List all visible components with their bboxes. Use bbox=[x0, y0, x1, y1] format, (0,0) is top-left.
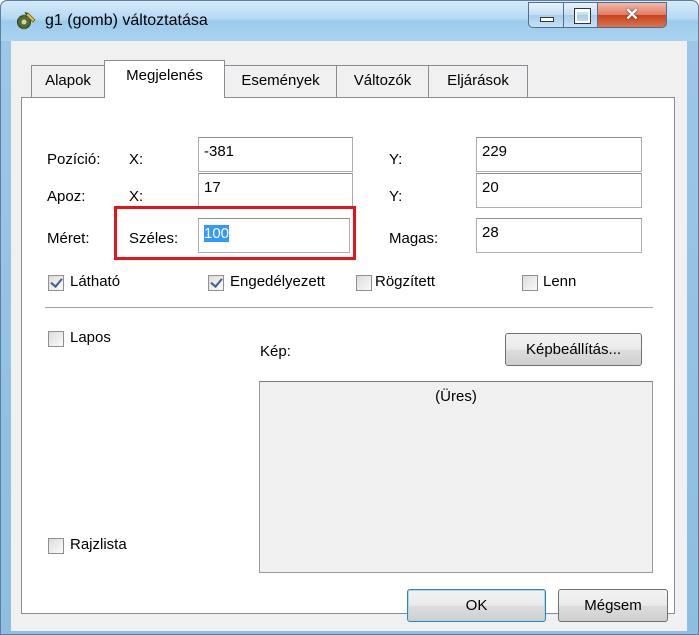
apoz-y-label: Y: bbox=[389, 188, 403, 205]
tab-label: Események bbox=[241, 72, 320, 89]
lapos-label: Lapos bbox=[70, 329, 111, 346]
pozicio-x-label: X: bbox=[129, 151, 144, 168]
pozicio-y-input[interactable]: 229 bbox=[476, 137, 642, 172]
ok-button[interactable]: OK bbox=[407, 589, 546, 622]
cancel-button-label: Mégsem bbox=[584, 597, 642, 614]
dialog-window: g1 (gomb) változtatása ✕ Alapok Megjelen… bbox=[0, 0, 699, 635]
close-icon: ✕ bbox=[624, 5, 640, 24]
apoz-x-value: 17 bbox=[204, 179, 221, 196]
lathato-checkbox[interactable] bbox=[48, 275, 64, 291]
tab-label: Megjelenés bbox=[126, 67, 203, 84]
highlight-box bbox=[114, 206, 356, 260]
lenn-label: Lenn bbox=[543, 273, 577, 290]
ok-button-label: OK bbox=[465, 597, 488, 614]
pozicio-y-label: Y: bbox=[389, 151, 403, 168]
title-bar[interactable]: g1 (gomb) változtatása ✕ bbox=[1, 1, 698, 41]
kepbeallitas-button[interactable]: Képbeállítás... bbox=[505, 333, 642, 366]
image-preview-text: (Üres) bbox=[435, 388, 477, 405]
apoz-label: Apoz: bbox=[47, 188, 86, 205]
tab-alapok[interactable]: Alapok bbox=[31, 65, 105, 97]
separator-line bbox=[45, 307, 653, 309]
apoz-x-input[interactable]: 17 bbox=[198, 173, 353, 208]
tab-eljarasok[interactable]: Eljárások bbox=[428, 65, 528, 97]
engedelyezett-checkbox[interactable] bbox=[208, 275, 224, 291]
rogzitett-checkbox[interactable] bbox=[356, 275, 372, 291]
maximize-button[interactable] bbox=[563, 2, 598, 28]
pozicio-y-value: 229 bbox=[482, 143, 508, 160]
image-preview[interactable]: (Üres) bbox=[259, 381, 653, 573]
tab-esemenyek[interactable]: Események bbox=[224, 65, 337, 97]
kepbeallitas-button-label: Képbeállítás... bbox=[525, 341, 622, 358]
lapos-checkbox[interactable] bbox=[48, 331, 64, 347]
apoz-y-input[interactable]: 20 bbox=[476, 173, 642, 208]
magas-label: Magas: bbox=[389, 230, 439, 247]
engedelyezett-label: Engedélyezett bbox=[230, 273, 326, 290]
rogzitett-label: Rögzített bbox=[375, 273, 436, 290]
pozicio-label: Pozíció: bbox=[47, 151, 101, 168]
tab-megjelenes[interactable]: Megjelenés bbox=[104, 60, 225, 98]
pozicio-x-input[interactable]: -381 bbox=[198, 137, 353, 172]
magas-input[interactable]: 28 bbox=[476, 218, 642, 253]
tab-valtozok[interactable]: Változók bbox=[336, 65, 429, 97]
magas-value: 28 bbox=[482, 224, 499, 241]
lenn-checkbox[interactable] bbox=[522, 275, 538, 291]
apoz-y-value: 20 bbox=[482, 179, 499, 196]
close-button[interactable]: ✕ bbox=[597, 2, 667, 28]
tab-label: Változók bbox=[353, 72, 412, 89]
meret-label: Méret: bbox=[47, 230, 90, 247]
apoz-x-label: X: bbox=[129, 188, 144, 205]
pozicio-x-value: -381 bbox=[204, 143, 235, 160]
maximize-icon bbox=[574, 8, 591, 24]
rajzlista-checkbox[interactable] bbox=[48, 538, 64, 554]
cancel-button[interactable]: Mégsem bbox=[558, 589, 668, 622]
kep-label: Kép: bbox=[260, 343, 291, 360]
tab-label: Eljárások bbox=[447, 72, 509, 89]
rajzlista-label: Rajzlista bbox=[70, 536, 127, 553]
minimize-button[interactable] bbox=[528, 2, 564, 28]
tab-label: Alapok bbox=[45, 72, 91, 89]
gear-pencil-icon bbox=[17, 12, 36, 30]
minimize-icon bbox=[540, 17, 554, 22]
window-title: g1 (gomb) változtatása bbox=[45, 12, 208, 29]
lathato-label: Látható bbox=[70, 273, 121, 290]
